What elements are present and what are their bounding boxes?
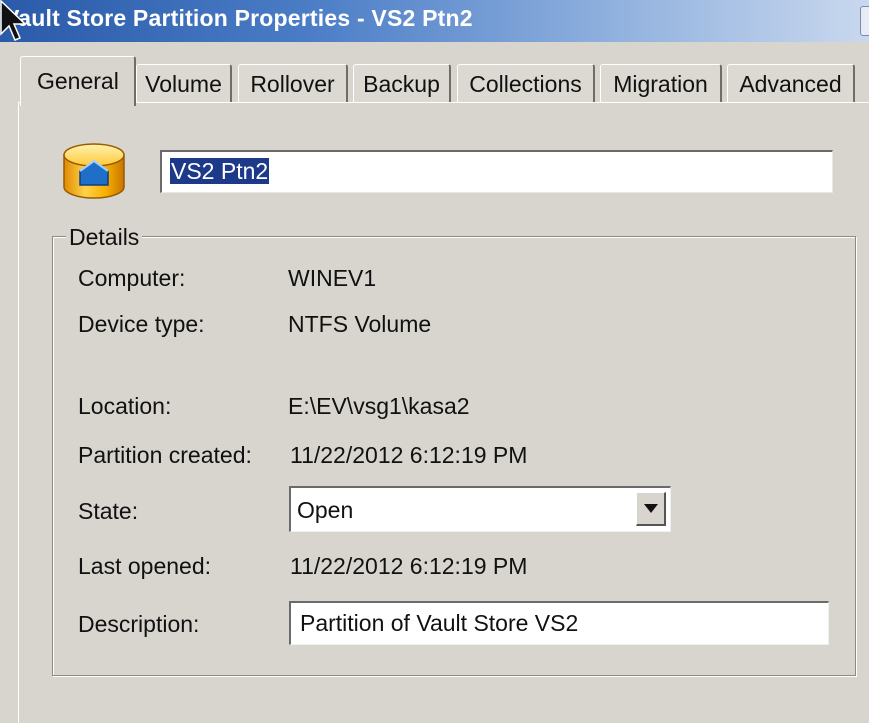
- details-group-title: Details: [66, 224, 143, 251]
- tab-volume[interactable]: Volume: [136, 64, 232, 102]
- last-opened-label: Last opened:: [78, 553, 212, 579]
- last-opened-value: 11/22/2012 6:12:19 PM: [290, 553, 528, 579]
- state-dropdown[interactable]: Open: [289, 486, 671, 532]
- title-bar[interactable]: Vault Store Partition Properties - VS2 P…: [0, 0, 869, 42]
- location-label: Location:: [78, 393, 172, 419]
- window-title: Vault Store Partition Properties - VS2 P…: [4, 5, 473, 31]
- description-label: Description:: [78, 611, 200, 637]
- close-button[interactable]: [860, 6, 869, 36]
- computer-value: WINEV1: [288, 265, 377, 291]
- chevron-down-icon: [644, 504, 658, 513]
- partition-created-value: 11/22/2012 6:12:19 PM: [290, 442, 528, 468]
- device-type-value: NTFS Volume: [288, 311, 432, 337]
- device-type-label: Device type:: [78, 311, 205, 337]
- selected-name-text: VS2 Ptn2: [170, 158, 270, 184]
- state-selected-value: Open: [297, 497, 354, 523]
- mouse-cursor-icon: [0, 0, 26, 41]
- database-icon: [63, 143, 125, 199]
- computer-label: Computer:: [78, 265, 186, 291]
- state-label: State:: [78, 498, 139, 524]
- tab-rollover[interactable]: Rollover: [238, 64, 348, 102]
- partition-name-input[interactable]: VS2 Ptn2: [160, 150, 833, 193]
- dropdown-arrow-button[interactable]: [636, 492, 666, 526]
- location-value: E:\EV\vsg1\kasa2: [288, 393, 470, 419]
- tab-general[interactable]: General: [20, 56, 136, 106]
- tab-backup[interactable]: Backup: [353, 64, 451, 102]
- description-input[interactable]: Partition of Vault Store VS2: [289, 601, 829, 645]
- properties-dialog: Vault Store Partition Properties - VS2 P…: [0, 0, 869, 723]
- tab-advanced[interactable]: Advanced: [727, 64, 855, 102]
- tab-migration[interactable]: Migration: [600, 64, 722, 102]
- partition-created-label: Partition created:: [78, 442, 252, 468]
- tab-collections[interactable]: Collections: [457, 64, 595, 102]
